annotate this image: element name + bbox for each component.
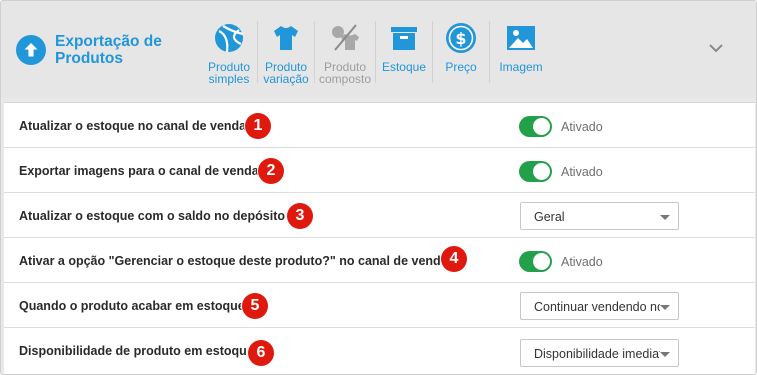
tab-produto-composto[interactable]: Produto composto [315,21,375,85]
tab-label: Produto simples [207,60,251,86]
setting-label: Atualizar o estoque com o saldo no depós… [19,209,285,223]
tab-label: Estoque [381,60,427,74]
tab-imagem[interactable]: Imagem [490,21,552,73]
header: Exportação de Produtos Produto simples P… [1,1,756,97]
toggle-state-label: Ativado [561,164,603,179]
select-value: Continuar vendendo no [534,300,660,314]
caret-down-icon [660,215,670,220]
tab-label: Produto composto [319,60,372,86]
tab-label: Imagem [499,60,543,74]
chevron-down-icon[interactable] [705,37,727,59]
box-icon [387,21,421,55]
export-images-toggle[interactable]: Ativado [519,161,603,182]
manage-stock-toggle[interactable]: Ativado [519,251,603,272]
page-title: Exportação de Produtos [55,33,162,67]
setting-row: Atualizar o estoque com o saldo no depós… [4,193,755,238]
setting-row: Disponibilidade de produto em estoque 6 … [4,328,755,373]
availability-select[interactable]: Disponibilidade imediata [520,339,679,367]
caret-down-icon [660,352,670,357]
setting-row: Quando o produto acabar em estoque 5 Con… [4,283,755,328]
warehouse-select[interactable]: Geral [520,202,679,230]
caret-down-icon [660,305,670,310]
svg-text:$: $ [455,29,466,48]
setting-label: Disponibilidade de produto em estoque [19,344,254,358]
tab-produto-simples[interactable]: Produto simples [201,21,257,85]
export-settings-window: Exportação de Produtos Produto simples P… [0,0,757,375]
tshirt-icon [269,21,303,55]
dollar-coin-icon: $ [444,21,478,55]
image-icon [504,21,538,55]
setting-label: Ativar a opção "Gerenciar o estoque dest… [19,254,448,268]
step-badge: 6 [248,340,274,366]
select-value: Disponibilidade imediata [534,347,660,361]
step-badge: 1 [245,113,271,139]
select-value: Geral [534,210,565,224]
setting-row: Ativar a opção "Gerenciar o estoque dest… [4,238,755,283]
tab-estoque[interactable]: Estoque [376,21,432,73]
setting-row: Atualizar o estoque no canal de venda 1 … [4,103,755,148]
product-type-tabs: Produto simples Produto variação Produto… [201,21,552,85]
toggle-state-label: Ativado [561,119,603,134]
step-badge: 3 [287,203,313,229]
toggle-switch[interactable] [519,116,552,137]
tab-label: Produto variação [263,60,309,86]
composite-product-icon [328,21,362,55]
tab-label: Preço [445,60,477,74]
update-stock-toggle[interactable]: Ativado [519,116,603,137]
section-title: Exportação de Produtos [16,33,185,67]
setting-label: Atualizar o estoque no canal de venda [19,119,247,133]
toggle-switch[interactable] [519,251,552,272]
settings-list: Atualizar o estoque no canal de venda 1 … [4,102,755,374]
toggle-state-label: Ativado [561,254,603,269]
out-of-stock-select[interactable]: Continuar vendendo no [520,292,679,320]
tab-produto-variacao[interactable]: Produto variação [258,21,314,85]
toggle-switch[interactable] [519,161,552,182]
step-badge: 2 [258,158,284,184]
setting-label: Exportar imagens para o canal de venda [19,164,259,178]
setting-label: Quando o produto acabar em estoque [19,299,245,313]
setting-row: Exportar imagens para o canal de venda 2… [4,148,755,193]
arrow-up-circle-icon [16,35,46,65]
step-badge: 4 [441,246,467,272]
ball-icon [212,21,246,55]
tab-preco[interactable]: $ Preço [433,21,489,73]
step-badge: 5 [242,293,268,319]
